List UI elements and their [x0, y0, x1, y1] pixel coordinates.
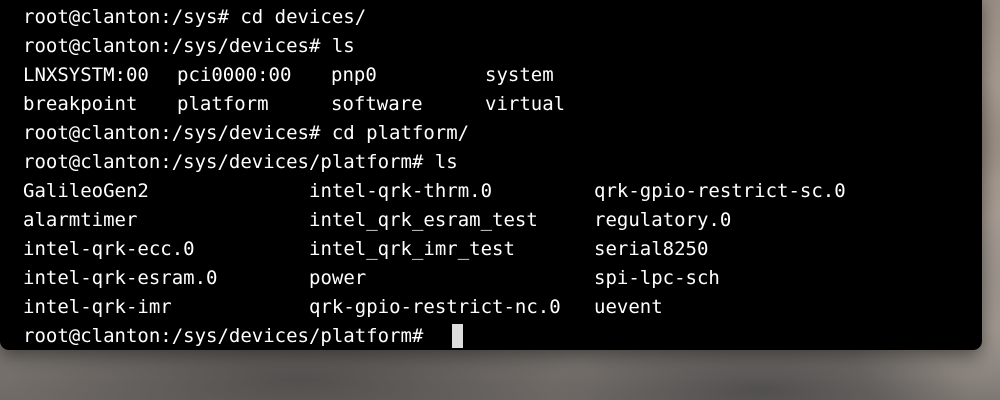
ls-output-row: alarmtimer intel_qrk_esram_test regulato…	[23, 206, 731, 234]
terminal-command-line: root@clanton:/sys/devices# cd platform/	[23, 122, 470, 144]
terminal-command-line: root@clanton:/sys/devices/platform# ls	[23, 151, 458, 173]
ls-entry: platform	[177, 93, 269, 115]
ls-output-row: GalileoGen2 intel-qrk-thrm.0 qrk-gpio-re…	[23, 177, 846, 205]
ls-output-row: intel-qrk-esram.0 power spi-lpc-sch	[23, 264, 720, 292]
terminal-window[interactable]: root@clanton:/sys# cd devices/ root@clan…	[0, 0, 982, 350]
ls-output-row: breakpoint platform software virtual	[23, 90, 565, 118]
ls-output-row: LNXSYSTM:00 pci0000:00 pnp0 system	[23, 61, 554, 89]
ls-entry: intel-qrk-esram.0	[23, 267, 218, 289]
ls-entry: intel-qrk-imr	[23, 296, 172, 318]
terminal-command-line: root@clanton:/sys# cd devices/	[23, 6, 367, 28]
ls-entry: regulatory.0	[594, 209, 732, 231]
ls-entry: alarmtimer	[23, 209, 138, 231]
ls-entry: power	[309, 267, 367, 289]
ls-entry: pnp0	[331, 64, 377, 86]
ls-entry: uevent	[594, 296, 663, 318]
terminal-cursor	[452, 324, 463, 348]
ls-output-row: intel-qrk-ecc.0 intel_qrk_imr_test seria…	[23, 235, 708, 263]
ls-entry: LNXSYSTM:00	[23, 64, 149, 86]
ls-entry: virtual	[485, 93, 566, 115]
ls-entry: intel_qrk_esram_test	[309, 209, 538, 231]
ls-entry: intel_qrk_imr_test	[309, 238, 515, 260]
ls-entry: qrk-gpio-restrict-sc.0	[594, 180, 846, 202]
ls-entry: intel-qrk-thrm.0	[309, 180, 493, 202]
ls-entry: GalileoGen2	[23, 180, 149, 202]
ls-entry: pci0000:00	[177, 64, 292, 86]
ls-entry: software	[331, 93, 423, 115]
ls-entry: breakpoint	[23, 93, 138, 115]
terminal-command-line: root@clanton:/sys/devices# ls	[23, 35, 355, 57]
ls-entry: intel-qrk-ecc.0	[23, 238, 195, 260]
ls-output-row: intel-qrk-imr qrk-gpio-restrict-nc.0 uev…	[23, 293, 663, 321]
ls-entry: spi-lpc-sch	[594, 267, 720, 289]
ls-entry: qrk-gpio-restrict-nc.0	[309, 296, 561, 318]
terminal-prompt[interactable]: root@clanton:/sys/devices/platform#	[23, 322, 435, 350]
ls-entry: system	[485, 64, 554, 86]
ls-entry: serial8250	[594, 238, 709, 260]
